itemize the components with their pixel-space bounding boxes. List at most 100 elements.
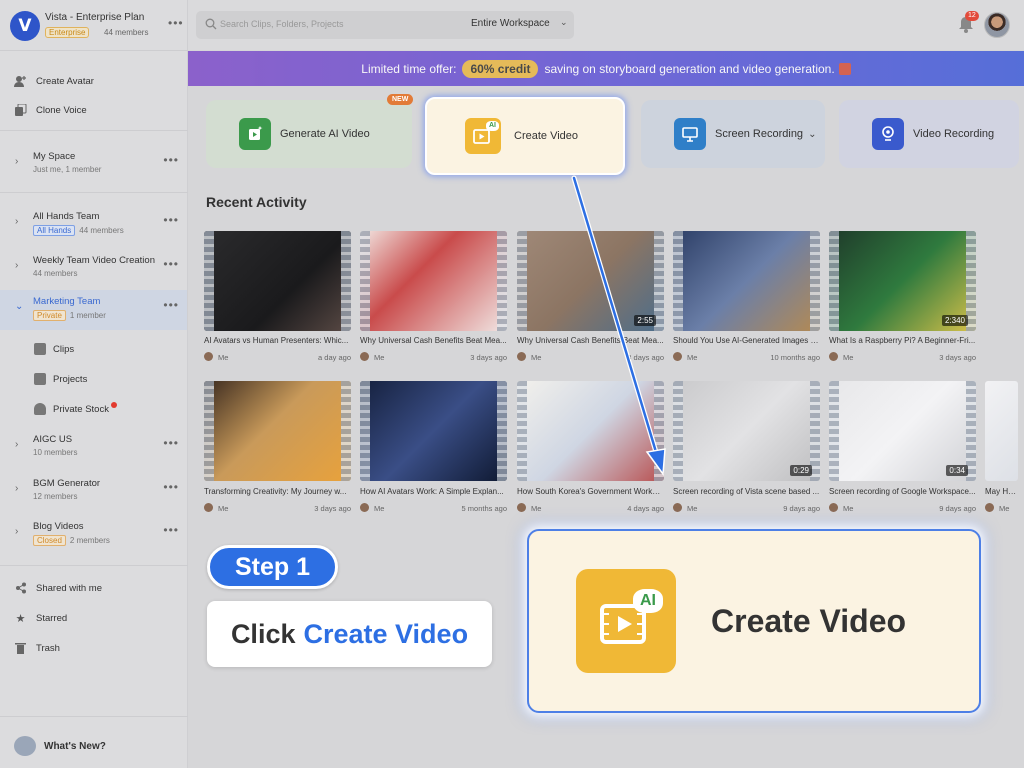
new-badge: NEW <box>387 94 414 105</box>
workspace-more-icon[interactable]: ••• <box>168 16 184 30</box>
video-age: 9 days ago <box>939 504 976 513</box>
instruction-box: Click Create Video <box>207 601 492 667</box>
space-tag: Closed <box>33 535 66 546</box>
more-icon[interactable]: ••• <box>163 436 179 450</box>
sidebar-item-private-stock[interactable]: Private Stock <box>34 401 117 417</box>
promo-highlight: 60% credit <box>462 59 539 78</box>
video-owner: Me <box>374 353 385 362</box>
create-avatar-link[interactable]: Create Avatar <box>14 72 94 90</box>
video-title[interactable]: Why Universal Cash Benefits Beat Mea... <box>517 336 664 345</box>
search-bar[interactable]: Search Clips, Folders, Projects Entire W… <box>196 11 574 39</box>
divider <box>0 565 188 566</box>
video-thumbnail[interactable]: 0:34 <box>829 381 976 481</box>
video-title[interactable]: Why Universal Cash Benefits Beat Mea... <box>360 336 507 345</box>
space-aigc-us[interactable]: › AIGC US 10 members ••• <box>0 428 187 468</box>
sidebar-item-projects[interactable]: Projects <box>34 371 87 387</box>
instruction-highlight: Create Video <box>303 618 469 649</box>
avatar <box>985 503 994 512</box>
video-title[interactable]: What Is a Raspberry Pi? A Beginner-Fri..… <box>829 336 976 345</box>
space-tag: Private <box>33 310 66 321</box>
video-thumbnail[interactable]: 2:340 <box>829 231 976 331</box>
sidebar-item-clips[interactable]: Clips <box>34 341 74 357</box>
video-meta: Me 5 months ago <box>360 503 507 515</box>
search-icon <box>205 18 217 30</box>
trash-link[interactable]: Trash <box>14 639 60 657</box>
divider <box>0 130 188 131</box>
space-members: Private 1 member <box>33 310 106 321</box>
more-icon[interactable]: ••• <box>163 213 179 227</box>
video-thumbnail[interactable] <box>360 381 507 481</box>
private-stock-icon <box>34 403 46 415</box>
starred-label: Starred <box>36 612 68 624</box>
more-icon[interactable]: ••• <box>163 153 179 167</box>
video-age: 3 days ago <box>314 504 351 513</box>
chevron-right-icon: › <box>15 156 19 167</box>
space-title: All Hands Team <box>33 211 100 222</box>
video-thumbnail[interactable] <box>985 381 1018 481</box>
video-owner: Me <box>531 504 542 513</box>
space-marketing-team[interactable]: ⌄ Marketing Team Private 1 member ••• <box>0 290 187 330</box>
video-owner: Me <box>843 504 854 513</box>
video-title[interactable]: How AI Avatars Work: A Simple Explan... <box>360 487 507 496</box>
more-icon[interactable]: ••• <box>163 480 179 494</box>
search-input[interactable]: Search Clips, Folders, Projects <box>220 19 344 29</box>
projects-icon <box>34 373 46 385</box>
video-title[interactable]: Screen recording of Vista scene based ..… <box>673 487 820 496</box>
video-thumbnail[interactable] <box>204 231 351 331</box>
video-meta: Me 3 days ago <box>360 352 507 364</box>
create-video-card[interactable]: AI Create Video <box>425 97 625 175</box>
video-thumbnail[interactable] <box>517 381 664 481</box>
space-members-text: 10 members <box>33 448 78 457</box>
video-title[interactable]: Screen recording of Google Workspace... <box>829 487 976 496</box>
topbar: Search Clips, Folders, Projects Entire W… <box>188 0 1024 50</box>
step-indicator: Step 1 <box>207 545 338 589</box>
screen-recording-card[interactable]: Screen Recording ⌄ <box>641 100 825 168</box>
video-title[interactable]: AI Avatars vs Human Presenters: Whic... <box>204 336 351 345</box>
video-title[interactable]: May Horiuch <box>985 487 1018 496</box>
video-recording-label: Video Recording <box>913 128 995 140</box>
avatar <box>517 503 526 512</box>
avatar <box>204 352 213 361</box>
space-my-space[interactable]: › My Space Just me, 1 member ••• <box>0 145 187 185</box>
promo-banner[interactable]: Limited time offer: 60% credit saving on… <box>188 51 1024 86</box>
space-weekly-team-video-creation[interactable]: › Weekly Team Video Creation 44 members … <box>0 249 187 289</box>
video-thumbnail[interactable] <box>360 231 507 331</box>
film-strip <box>673 231 683 331</box>
workspace-header[interactable]: V Vista - Enterprise Plan Enterprise 44 … <box>8 8 184 44</box>
clone-voice-link[interactable]: Clone Voice <box>14 101 87 119</box>
create-video-callout[interactable]: AI Create Video <box>527 529 981 713</box>
video-thumbnail[interactable] <box>204 381 351 481</box>
video-meta: Me 9 days ago <box>829 503 976 515</box>
promo-suffix: saving on storyboard generation and vide… <box>544 61 835 76</box>
more-icon[interactable]: ••• <box>163 523 179 537</box>
whats-new-button[interactable]: What's New? <box>14 736 106 756</box>
search-scope-select[interactable]: Entire Workspace <box>471 18 550 29</box>
create-video-icon: AI <box>465 118 501 154</box>
space-blog-videos[interactable]: › Blog Videos Closed 2 members ••• <box>0 515 187 555</box>
video-recording-card[interactable]: Video Recording <box>839 100 1019 168</box>
video-title[interactable]: Transforming Creativity: My Journey w... <box>204 487 351 496</box>
workspace-member-count: 44 members <box>104 28 149 37</box>
chevron-right-icon: › <box>15 439 19 450</box>
star-icon: ★ <box>15 612 26 625</box>
video-title[interactable]: Should You Use AI-Generated Images a... <box>673 336 820 345</box>
chevron-down-icon: ⌄ <box>560 17 568 27</box>
shared-with-me-link[interactable]: Shared with me <box>14 579 102 597</box>
more-icon[interactable]: ••• <box>163 257 179 271</box>
space-all-hands-team[interactable]: › All Hands Team All Hands 44 members ••… <box>0 205 187 245</box>
video-title[interactable]: How South Korea's Government Works:... <box>517 487 664 496</box>
generate-ai-video-card[interactable]: Generate AI Video <box>206 100 412 168</box>
video-thumbnail[interactable] <box>673 231 820 331</box>
avatar[interactable] <box>984 12 1010 38</box>
video-thumbnail[interactable]: 2:55 <box>517 231 664 331</box>
video-thumbnail[interactable]: 0:29 <box>673 381 820 481</box>
video-age: 4 days ago <box>627 504 664 513</box>
space-bgm-generator[interactable]: › BGM Generator 12 members ••• <box>0 472 187 512</box>
more-icon[interactable]: ••• <box>163 298 179 312</box>
chevron-down-icon[interactable]: ⌄ <box>808 129 816 140</box>
chevron-right-icon: › <box>15 483 19 494</box>
create-video-callout-label: Create Video <box>711 602 907 639</box>
starred-link[interactable]: ★ Starred <box>14 609 68 627</box>
film-strip <box>810 231 820 331</box>
video-owner: Me <box>999 504 1010 513</box>
